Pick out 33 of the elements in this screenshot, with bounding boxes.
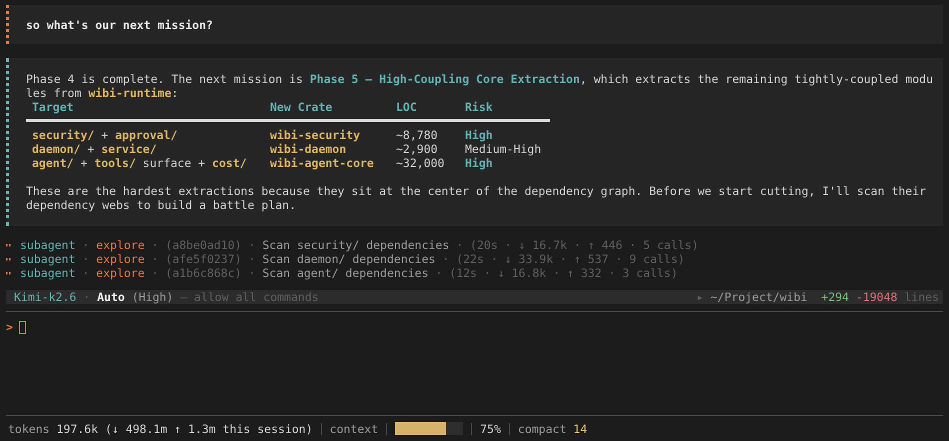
table-cell-text: ~2,900 [396,142,439,156]
table-cell-text: daemon/ + service/ [32,142,158,156]
table-cell-text: High [465,128,494,142]
spinner-icon [6,244,11,246]
spinner-icon [6,258,11,260]
prompt-input[interactable] [18,320,26,334]
table-cell-text: ~8,780 [396,128,439,142]
table-header-cell-text: Target [32,100,75,114]
message-text: dependency webs to build a battle plan. [26,198,298,212]
message-text: les from wibi-runtime: [26,86,180,100]
subagent-status-text: subagent · explore · (a8be0ad10) · Scan security/ dependencies · (20s · ↓ 16.7k · ↑ 446 · 5 calls) [20,238,699,252]
table-cell-text: ~32,000 [396,156,446,170]
table-cell-text: wibi-security [270,128,362,142]
table-cell-text: wibi-daemon [270,142,348,156]
table-header-cell-text: New Crate [270,100,334,114]
context-percent: 75% [480,422,501,436]
compact-count-text: compact 14 [518,422,588,436]
table-header-cell-text: LOC [396,100,418,114]
spinner-icon [6,272,11,274]
message-text: These are the hardest extractions because they sit at the center of the dependency graph. Before we start cutting, I'll scan their [26,184,928,198]
subagent-status-text: subagent · explore · (a1b6c868c) · Scan agent/ dependencies · (12s · ↓ 16.8k · ↑ 332 · 3 calls) [20,266,678,280]
table-cell-text: High [465,156,494,170]
table-header-cell-text: Risk [465,100,494,114]
token-usage-text: tokens 197.6k (↓ 498.1m ↑ 1.3m this session) [8,422,313,436]
prompt-symbol: > [6,320,13,334]
table-cell-text: wibi-agent-core [270,156,375,170]
user-message-text: so what's our next mission? [26,18,213,32]
subagent-status-text: subagent · explore · (afe5f0237) · Scan daemon/ dependencies · (22s · ↓ 33.9k · ↑ 537 · 9 calls) [20,252,685,266]
table-cell-text: agent/ + tools/ surface + cost/ [32,156,248,170]
table-cell-text: Medium-High [465,142,542,156]
table-cell-text: security/ + approval/ [32,128,178,142]
context-label: context [330,422,378,436]
message-text: Phase 4 is complete. The next mission is Phase 5 — High-Coupling Core Extraction, which extracts the remaining tightly-coupled modu [26,72,934,86]
